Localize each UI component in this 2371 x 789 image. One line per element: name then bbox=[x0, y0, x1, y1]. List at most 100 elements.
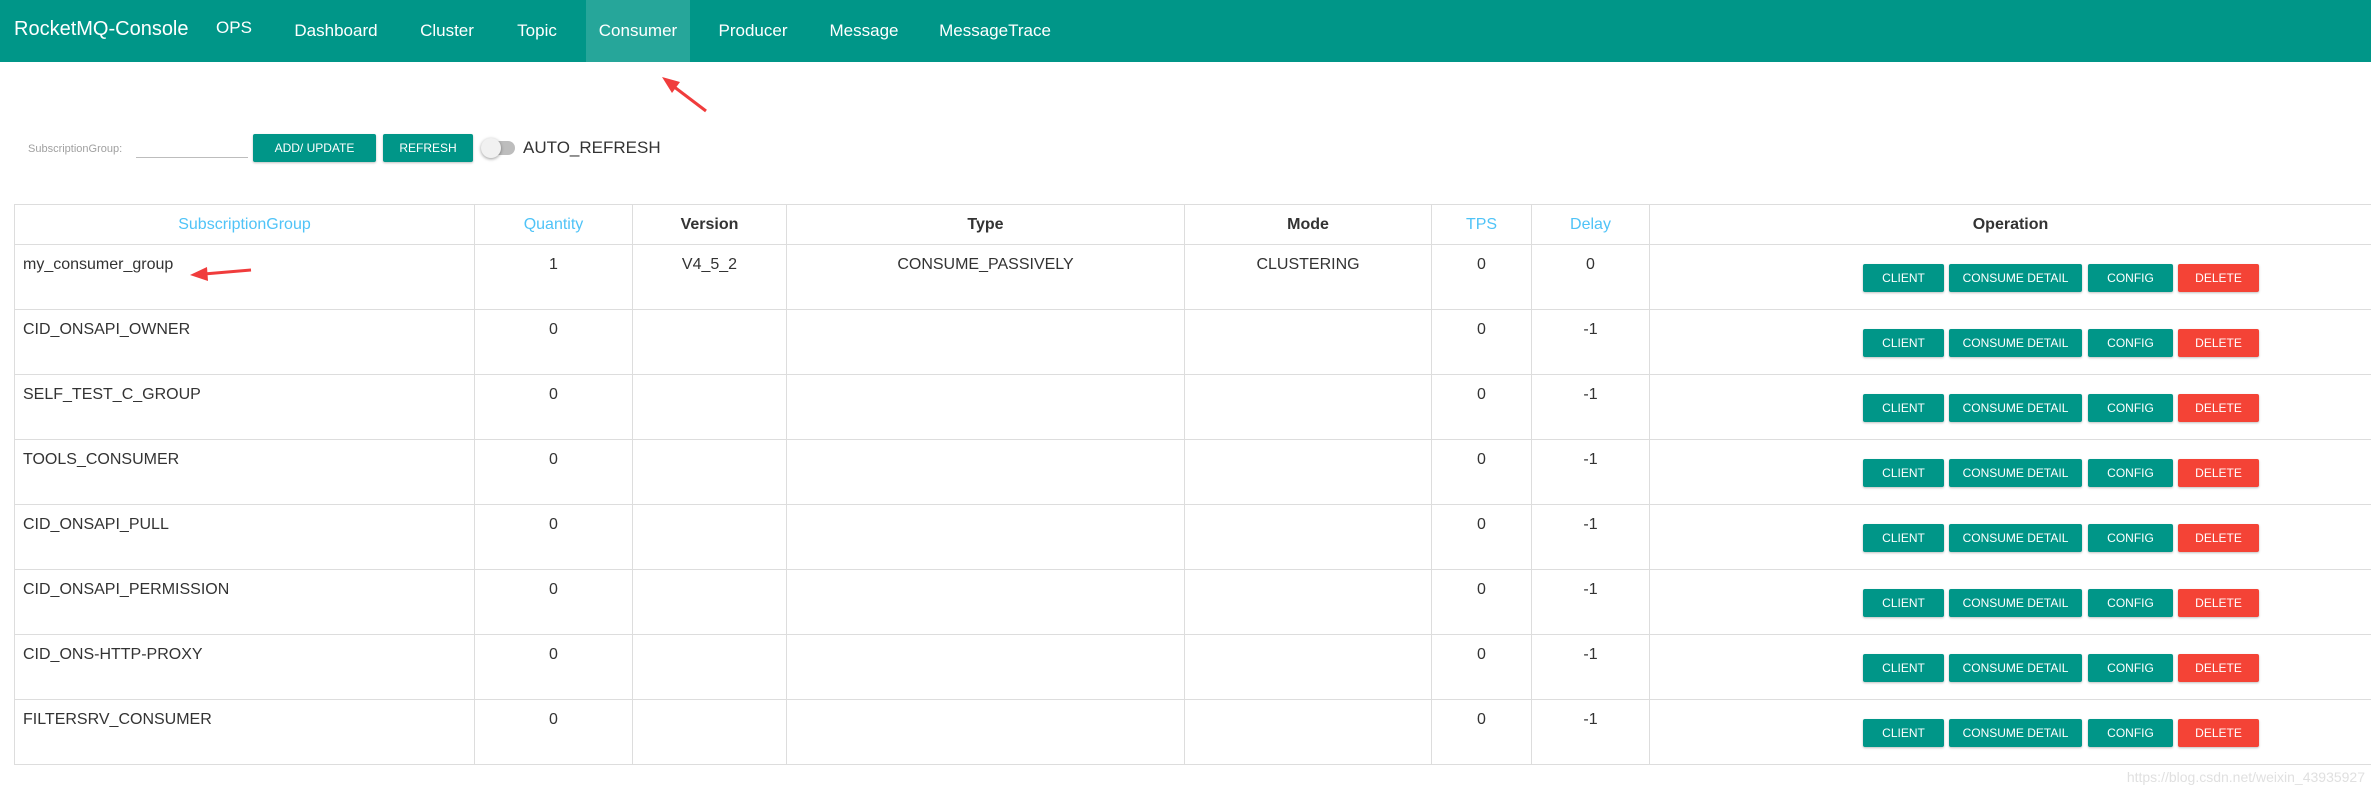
cell-version: V4_5_2 bbox=[632, 244, 787, 310]
delete-button[interactable]: DELETE bbox=[2178, 719, 2259, 747]
cell-tps: 0 bbox=[1431, 699, 1532, 765]
cell-type bbox=[786, 699, 1185, 765]
cell-quantity: 0 bbox=[474, 634, 633, 700]
auto-refresh-toggle[interactable] bbox=[481, 138, 515, 158]
consume-detail-button[interactable]: CONSUME DETAIL bbox=[1949, 719, 2082, 747]
cell-subscription-group: CID_ONSAPI_PERMISSION bbox=[14, 569, 475, 635]
nav-ops[interactable]: OPS bbox=[206, 0, 262, 62]
table-row: CID_ONS-HTTP-PROXY 0 0 -1 CLIENT CONSUME DETA… bbox=[14, 634, 2371, 700]
config-button[interactable]: CONFIG bbox=[2088, 654, 2173, 682]
delete-button[interactable]: DELETE bbox=[2178, 394, 2259, 422]
header-subscription-group[interactable]: SubscriptionGroup bbox=[14, 204, 475, 245]
nav-producer[interactable]: Producer bbox=[706, 0, 800, 62]
nav-cluster[interactable]: Cluster bbox=[408, 0, 486, 62]
delete-button[interactable]: DELETE bbox=[2178, 524, 2259, 552]
consume-detail-button[interactable]: CONSUME DETAIL bbox=[1949, 524, 2082, 552]
subscription-group-filter-label: SubscriptionGroup: bbox=[28, 143, 123, 155]
cell-version bbox=[632, 699, 787, 765]
cell-mode bbox=[1184, 504, 1432, 570]
consume-detail-button[interactable]: CONSUME DETAIL bbox=[1949, 264, 2082, 292]
config-button[interactable]: CONFIG bbox=[2088, 329, 2173, 357]
cell-mode bbox=[1184, 569, 1432, 635]
header-delay[interactable]: Delay bbox=[1531, 204, 1650, 245]
cell-delay: -1 bbox=[1531, 634, 1650, 700]
consume-detail-button[interactable]: CONSUME DETAIL bbox=[1949, 329, 2082, 357]
consume-detail-button[interactable]: CONSUME DETAIL bbox=[1949, 394, 2082, 422]
client-button[interactable]: CLIENT bbox=[1863, 394, 1944, 422]
client-button[interactable]: CLIENT bbox=[1863, 654, 1944, 682]
row-actions: CLIENT CONSUME DETAIL CONFIG DELETE bbox=[1650, 451, 2371, 491]
cell-version bbox=[632, 374, 787, 440]
cell-delay: -1 bbox=[1531, 374, 1650, 440]
cell-version bbox=[632, 309, 787, 375]
table-row: FILTERSRV_CONSUMER 0 0 -1 CLIENT CONSUME DETA… bbox=[14, 699, 2371, 765]
consume-detail-button[interactable]: CONSUME DETAIL bbox=[1949, 589, 2082, 617]
cell-type bbox=[786, 439, 1185, 505]
config-button[interactable]: CONFIG bbox=[2088, 719, 2173, 747]
cell-quantity: 0 bbox=[474, 504, 633, 570]
delete-button[interactable]: DELETE bbox=[2178, 589, 2259, 617]
cell-version bbox=[632, 439, 787, 505]
cell-mode: CLUSTERING bbox=[1184, 244, 1432, 310]
cell-tps: 0 bbox=[1431, 374, 1532, 440]
header-quantity[interactable]: Quantity bbox=[474, 204, 633, 245]
config-button[interactable]: CONFIG bbox=[2088, 394, 2173, 422]
cell-subscription-group: TOOLS_CONSUMER bbox=[14, 439, 475, 505]
nav-dashboard[interactable]: Dashboard bbox=[282, 0, 390, 62]
header-tps[interactable]: TPS bbox=[1431, 204, 1532, 245]
row-actions: CLIENT CONSUME DETAIL CONFIG DELETE bbox=[1650, 711, 2371, 751]
cell-version bbox=[632, 569, 787, 635]
client-button[interactable]: CLIENT bbox=[1863, 589, 1944, 617]
brand-logo[interactable]: RocketMQ-Console bbox=[14, 18, 189, 41]
cell-type bbox=[786, 309, 1185, 375]
cell-mode bbox=[1184, 699, 1432, 765]
delete-button[interactable]: DELETE bbox=[2178, 264, 2259, 292]
client-button[interactable]: CLIENT bbox=[1863, 524, 1944, 552]
nav-topic[interactable]: Topic bbox=[502, 0, 572, 62]
config-button[interactable]: CONFIG bbox=[2088, 524, 2173, 552]
client-button[interactable]: CLIENT bbox=[1863, 459, 1944, 487]
table-row: TOOLS_CONSUMER 0 0 -1 CLIENT CONSUME DETAIL CO… bbox=[14, 439, 2371, 505]
config-button[interactable]: CONFIG bbox=[2088, 264, 2173, 292]
nav-consumer[interactable]: Consumer bbox=[586, 0, 690, 62]
delete-button[interactable]: DELETE bbox=[2178, 654, 2259, 682]
cell-type bbox=[786, 374, 1185, 440]
row-actions: CLIENT CONSUME DETAIL CONFIG DELETE bbox=[1650, 646, 2371, 686]
delete-button[interactable]: DELETE bbox=[2178, 329, 2259, 357]
cell-version bbox=[632, 504, 787, 570]
header-version: Version bbox=[632, 204, 787, 245]
delete-button[interactable]: DELETE bbox=[2178, 459, 2259, 487]
table-row: CID_ONSAPI_PERMISSION 0 0 -1 CLIENT CONSUME D… bbox=[14, 569, 2371, 635]
consumer-group-table: SubscriptionGroup Quantity Version Type … bbox=[14, 204, 2371, 765]
toggle-knob bbox=[481, 138, 501, 158]
cell-delay: -1 bbox=[1531, 699, 1650, 765]
cell-tps: 0 bbox=[1431, 309, 1532, 375]
header-operation: Operation bbox=[1649, 204, 2371, 245]
consume-detail-button[interactable]: CONSUME DETAIL bbox=[1949, 654, 2082, 682]
auto-refresh-label: AUTO_REFRESH bbox=[523, 138, 661, 157]
nav-message[interactable]: Message bbox=[816, 0, 912, 62]
watermark-text: https://blog.csdn.net/weixin_43935927 bbox=[2126, 769, 2365, 785]
cell-quantity: 0 bbox=[474, 374, 633, 440]
config-button[interactable]: CONFIG bbox=[2088, 459, 2173, 487]
consume-detail-button[interactable]: CONSUME DETAIL bbox=[1949, 459, 2082, 487]
config-button[interactable]: CONFIG bbox=[2088, 589, 2173, 617]
table-row: CID_ONSAPI_OWNER 0 0 -1 CLIENT CONSUME DETAIL… bbox=[14, 309, 2371, 375]
cell-version bbox=[632, 634, 787, 700]
add-update-button[interactable]: ADD/ UPDATE bbox=[253, 134, 376, 162]
cell-tps: 0 bbox=[1431, 504, 1532, 570]
table-row: CID_ONSAPI_PULL 0 0 -1 CLIENT CONSUME DETAIL C… bbox=[14, 504, 2371, 570]
client-button[interactable]: CLIENT bbox=[1863, 264, 1944, 292]
cell-operation: CLIENT CONSUME DETAIL CONFIG DELETE bbox=[1649, 569, 2371, 635]
subscription-group-filter-input[interactable] bbox=[136, 136, 248, 158]
refresh-button[interactable]: REFRESH bbox=[383, 134, 473, 162]
cell-quantity: 0 bbox=[474, 439, 633, 505]
cell-subscription-group: SELF_TEST_C_GROUP bbox=[14, 374, 475, 440]
row-actions: CLIENT CONSUME DETAIL CONFIG DELETE bbox=[1650, 321, 2371, 361]
row-actions: CLIENT CONSUME DETAIL CONFIG DELETE bbox=[1650, 256, 2371, 296]
cell-mode bbox=[1184, 439, 1432, 505]
nav-message-trace[interactable]: MessageTrace bbox=[928, 0, 1062, 62]
cell-delay: -1 bbox=[1531, 309, 1650, 375]
client-button[interactable]: CLIENT bbox=[1863, 329, 1944, 357]
client-button[interactable]: CLIENT bbox=[1863, 719, 1944, 747]
